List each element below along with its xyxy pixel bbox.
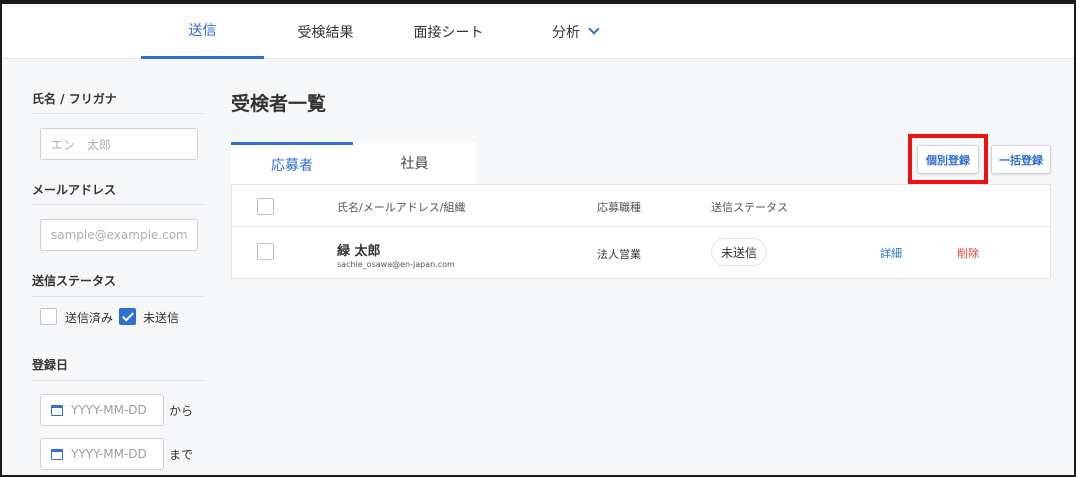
date-to-input[interactable]: YYYY-MM-DD: [40, 438, 164, 470]
status-unsent-label: 未送信: [143, 311, 180, 325]
divider: [32, 380, 204, 381]
highlight-box: [908, 134, 988, 184]
app-frame: 送信 受検結果 面接シート 分析 氏名 / フリガナ エン 太郎 メールアドレス…: [0, 0, 1076, 477]
bulk-register-label: 一括登録: [999, 153, 1043, 167]
table-header: 氏名/メールアドレス/組織 応募職種 送信ステータス: [232, 185, 1050, 227]
delete-link[interactable]: 削除: [957, 245, 979, 261]
divider: [32, 204, 204, 205]
divider: [32, 296, 204, 297]
select-all-checkbox[interactable]: [257, 198, 274, 215]
calendar-icon: [51, 404, 63, 416]
applicant-name: 緑 太郎: [337, 244, 381, 259]
tab-analysis-label: 分析: [552, 24, 580, 41]
applicant-table: 氏名/メールアドレス/組織 応募職種 送信ステータス 緑 太郎 sachie_o…: [231, 184, 1051, 279]
bulk-register-button[interactable]: 一括登録: [991, 145, 1051, 174]
status-filter-heading: 送信ステータス: [32, 274, 117, 288]
filter-sidebar: 氏名 / フリガナ エン 太郎 メールアドレス sample@example.c…: [2, 59, 222, 475]
date-to-placeholder: YYYY-MM-DD: [71, 447, 147, 461]
top-nav: 送信 受検結果 面接シート 分析: [2, 4, 1074, 59]
calendar-icon: [51, 448, 63, 460]
email-search-input[interactable]: sample@example.com: [40, 219, 198, 251]
column-header-job: 応募職種: [597, 201, 641, 214]
divider: [32, 113, 204, 114]
tab-employees-label: 社員: [400, 156, 429, 172]
tab-interview-sheet[interactable]: 面接シート: [387, 4, 510, 59]
date-from-placeholder: YYYY-MM-DD: [71, 403, 147, 417]
row-checkbox[interactable]: [257, 243, 274, 260]
tab-interview-sheet-label: 面接シート: [413, 24, 484, 41]
tab-applicants[interactable]: 応募者: [231, 142, 353, 184]
column-header-status: 送信ステータス: [711, 201, 788, 214]
email-search-placeholder: sample@example.com: [51, 228, 188, 242]
column-header-name: 氏名/メールアドレス/組織: [337, 201, 466, 214]
date-filter-heading: 登録日: [32, 358, 69, 372]
date-from-input[interactable]: YYYY-MM-DD: [40, 394, 164, 426]
status-unsent-checkbox[interactable]: [119, 308, 136, 325]
status-badge: 未送信: [711, 238, 768, 266]
tab-analysis[interactable]: 分析: [510, 4, 640, 59]
date-to-suffix: まで: [169, 448, 194, 462]
detail-link[interactable]: 詳細: [880, 245, 902, 261]
status-sent-label: 送信済み: [65, 311, 114, 325]
email-filter-heading: メールアドレス: [32, 183, 117, 197]
chevron-down-icon: [588, 23, 600, 35]
page-title: 受検者一覧: [231, 93, 327, 115]
date-from-suffix: から: [169, 404, 194, 418]
tab-results-label: 受検結果: [297, 24, 354, 41]
tab-applicants-label: 応募者: [271, 157, 313, 174]
status-badge-label: 未送信: [721, 245, 758, 260]
status-sent-checkbox[interactable]: [40, 308, 57, 325]
tab-results[interactable]: 受検結果: [264, 4, 387, 59]
tab-send[interactable]: 送信: [141, 4, 264, 59]
name-search-placeholder: エン 太郎: [51, 137, 112, 152]
tab-employees[interactable]: 社員: [353, 142, 476, 184]
applicant-job: 法人営業: [597, 248, 641, 261]
name-filter-heading: 氏名 / フリガナ: [32, 92, 117, 106]
applicant-email: sachie_osawa@en-japan.com: [337, 260, 455, 269]
name-search-input[interactable]: エン 太郎: [40, 128, 198, 160]
tab-send-label: 送信: [188, 23, 217, 39]
